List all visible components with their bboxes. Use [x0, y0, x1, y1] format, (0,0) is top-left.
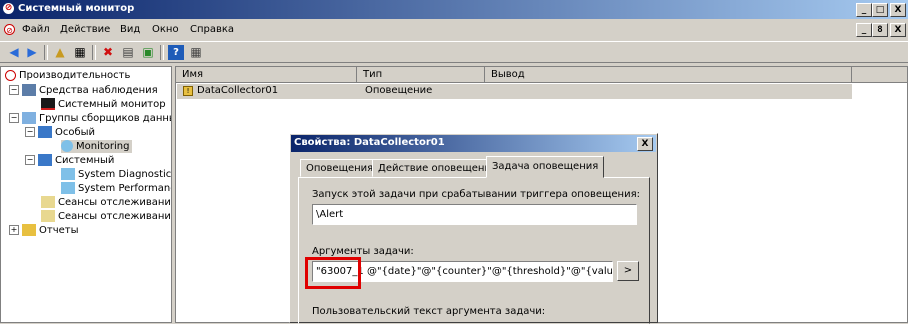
properties-icon[interactable]: ▦: [72, 45, 88, 60]
insert-argument-button[interactable]: >: [617, 261, 639, 281]
monitoring-tools-icon: [22, 84, 36, 96]
help-icon[interactable]: ?: [168, 45, 184, 60]
tree-node-label: Отчеты: [39, 225, 79, 236]
tree-node-label: Средства наблюдения: [39, 85, 158, 96]
dialog-title: Свойства: DataCollector01: [294, 137, 445, 148]
tree-node-label: Системный монитор: [58, 99, 166, 110]
tab-alert-action[interactable]: Действие оповещения: [372, 159, 503, 177]
dialog-close-button[interactable]: X: [637, 137, 653, 151]
tree-node-user-defined[interactable]: − Особый: [25, 126, 95, 139]
tab-alerts[interactable]: Оповещения: [300, 159, 380, 177]
tree-node-label: Monitoring: [76, 141, 130, 152]
menu-help[interactable]: Справка: [190, 24, 234, 35]
column-header-name[interactable]: Имя: [176, 67, 357, 83]
tree-node-data-collector-sets[interactable]: − Группы сборщиков данных: [9, 112, 172, 125]
close-button[interactable]: X: [890, 3, 906, 17]
column-header-filler: [852, 67, 907, 83]
menu-action[interactable]: Действие: [60, 24, 110, 35]
toolbar-separator: [44, 45, 48, 60]
up-folder-icon[interactable]: ▲: [52, 45, 68, 60]
tree-node-reports[interactable]: + Отчеты: [9, 224, 78, 237]
highlight-box: [305, 257, 361, 289]
tree-node-event-trace-sessions[interactable]: Сеансы отслеживания с: [41, 196, 172, 209]
task-label: Запуск этой задачи при срабатывании триг…: [312, 189, 640, 200]
navigation-tree: Производительность − Средства наблюдения …: [0, 66, 172, 323]
tree-node-system[interactable]: − Системный: [25, 154, 114, 167]
tree-node-monitoring-tools[interactable]: − Средства наблюдения: [9, 84, 158, 97]
delete-icon[interactable]: ✖: [100, 45, 116, 60]
dialog-title-bar: Свойства: DataCollector01 X: [291, 135, 656, 152]
monitoring-icon: [61, 140, 73, 152]
collapse-icon[interactable]: −: [9, 85, 19, 95]
window-title: Системный монитор: [18, 3, 135, 14]
column-header-type[interactable]: Тип: [357, 67, 485, 83]
system-menu-icon[interactable]: ⊘: [4, 24, 15, 35]
menu-bar: ⊘ Файл Действие Вид Окно Справка _ 8 X: [0, 20, 908, 40]
args-label: Аргументы задачи:: [312, 246, 414, 257]
tree-node-label: System Diagnostics (Л: [78, 169, 172, 180]
system-icon: [38, 154, 52, 166]
tree-node-system-monitor[interactable]: Системный монитор: [41, 98, 166, 111]
toolbar-separator: [92, 45, 96, 60]
maximize-button[interactable]: □: [872, 3, 888, 17]
menu-view[interactable]: Вид: [120, 24, 140, 35]
tree-node-system-performance[interactable]: System Performance (: [61, 182, 171, 195]
window-title-bar: ⊘ Системный монитор _ □ X: [0, 0, 908, 19]
tree-node-label: Сеансы отслеживания с: [58, 197, 172, 208]
menu-window[interactable]: Окно: [152, 24, 179, 35]
collapse-icon[interactable]: −: [25, 127, 35, 137]
user-defined-icon: [38, 126, 52, 138]
column-header-output[interactable]: Вывод: [485, 67, 852, 83]
tree-node-system-diagnostics[interactable]: System Diagnostics (Л: [61, 168, 172, 181]
data-collector-sets-icon: [22, 112, 36, 124]
tree-node-label: Системный: [55, 155, 115, 166]
back-arrow-icon[interactable]: ◀: [6, 45, 22, 60]
trace-sessions-icon: [41, 210, 55, 222]
forward-arrow-icon[interactable]: ▶: [24, 45, 40, 60]
minimize-button[interactable]: _: [856, 3, 872, 17]
view-icon[interactable]: ▦: [188, 45, 204, 60]
collector-set-icon: [61, 182, 75, 194]
tree-node-performance[interactable]: Производительность: [5, 69, 130, 82]
performance-icon: [5, 69, 16, 81]
action-icon[interactable]: ▣: [140, 45, 156, 60]
trace-sessions-icon: [41, 196, 55, 208]
app-icon: ⊘: [3, 3, 14, 14]
tree-node-label: Сеансы отслеживания с: [58, 211, 172, 222]
reports-icon: [22, 224, 36, 236]
tree-node-label: Производительность: [19, 70, 131, 81]
child-restore-button[interactable]: 8: [872, 23, 888, 37]
expand-icon[interactable]: +: [9, 225, 19, 235]
system-monitor-icon: [41, 98, 55, 110]
menu-file[interactable]: Файл: [22, 24, 50, 35]
row-type: Оповещение: [365, 85, 433, 96]
tree-node-label: System Performance (: [78, 183, 171, 194]
table-row[interactable]: ! DataCollector01 Оповещение: [177, 84, 852, 99]
toolbar-separator: [160, 45, 164, 60]
child-close-button[interactable]: X: [890, 23, 906, 37]
task-input[interactable]: \Alert: [312, 204, 637, 225]
tree-node-monitoring[interactable]: Monitoring: [61, 140, 133, 153]
child-minimize-button[interactable]: _: [856, 23, 872, 37]
collector-set-icon: [61, 168, 75, 180]
collapse-icon[interactable]: −: [9, 113, 19, 123]
alert-icon: !: [183, 86, 193, 96]
tree-node-startup-trace-sessions[interactable]: Сеансы отслеживания с: [41, 210, 172, 223]
tree-node-label: Особый: [55, 127, 96, 138]
row-name: DataCollector01: [197, 85, 279, 96]
tree-node-label: Группы сборщиков данных: [39, 113, 172, 124]
tab-alert-task[interactable]: Задача оповещения: [486, 156, 605, 178]
collapse-icon[interactable]: −: [25, 155, 35, 165]
user-arg-label: Пользовательский текст аргумента задачи:: [312, 306, 546, 317]
toolbar: ◀ ▶ ▲ ▦ ✖ ▤ ▣ ? ▦: [0, 41, 908, 63]
properties-dialog: Свойства: DataCollector01 X Оповещения Д…: [289, 133, 658, 324]
export-icon[interactable]: ▤: [120, 45, 136, 60]
